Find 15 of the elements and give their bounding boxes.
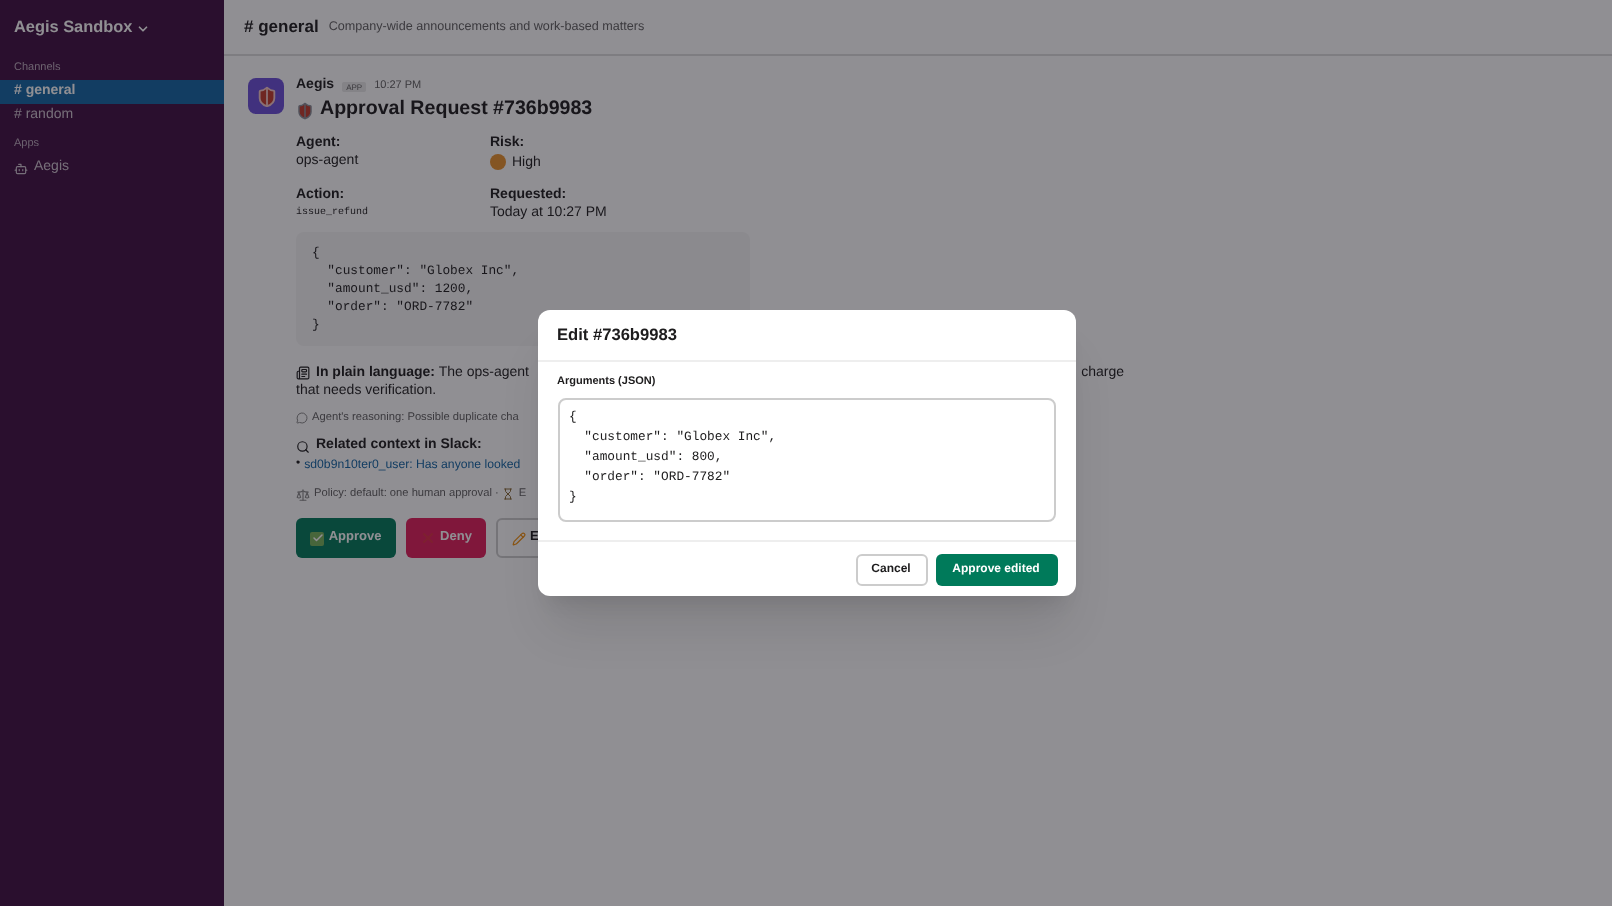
chevron-down-icon <box>136 21 151 35</box>
app-avatar <box>248 78 284 114</box>
robot-icon <box>14 161 28 175</box>
channel-name: # general <box>244 14 319 40</box>
shield-icon <box>296 101 314 119</box>
pencil-icon <box>512 531 526 545</box>
newspaper-icon <box>296 366 310 380</box>
message-title: Approval Request #736b9983 <box>320 95 593 124</box>
search-icon <box>296 440 310 454</box>
hourglass-icon <box>502 488 515 500</box>
scale-icon <box>296 487 310 501</box>
dialog-title: Edit #736b9983 <box>557 322 677 348</box>
check-icon <box>310 531 325 545</box>
speech-bubble-icon <box>296 412 308 424</box>
workspace-name[interactable]: Aegis Sandbox <box>14 15 133 41</box>
